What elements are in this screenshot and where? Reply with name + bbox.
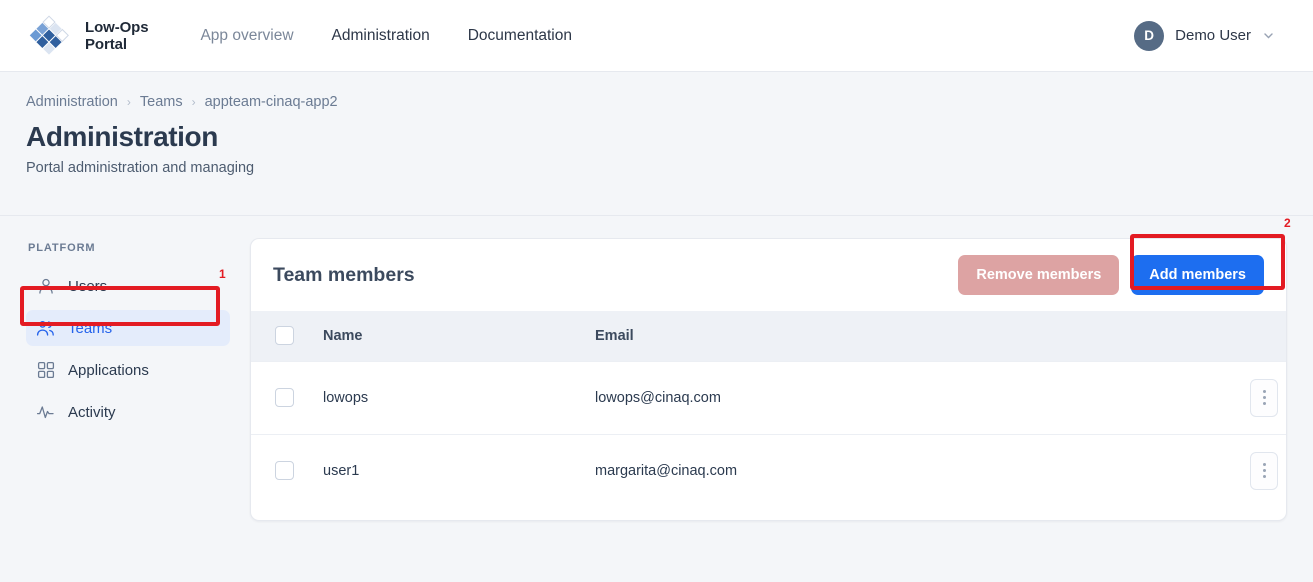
row-checkbox[interactable] bbox=[275, 388, 294, 407]
card-header: Team members Remove members Add members bbox=[251, 239, 1286, 311]
top-navigation-bar: Low-Ops Portal App overview Administrati… bbox=[0, 0, 1313, 72]
team-members-table: Name Email lowops lowops@cinaq.com user1… bbox=[251, 311, 1286, 507]
page-header: Administration › Teams › appteam-cinaq-a… bbox=[0, 72, 1313, 216]
sidebar-item-label: Users bbox=[68, 277, 108, 295]
add-members-button[interactable]: Add members bbox=[1131, 255, 1264, 295]
row-name-cell: lowops bbox=[323, 389, 369, 406]
row-email-cell: margarita@cinaq.com bbox=[595, 462, 738, 479]
breadcrumb-item-teams[interactable]: Teams bbox=[140, 94, 183, 110]
sidebar-item-label: Activity bbox=[68, 403, 116, 421]
breadcrumb: Administration › Teams › appteam-cinaq-a… bbox=[26, 94, 1287, 110]
column-header-email[interactable]: Email bbox=[595, 311, 1208, 361]
select-all-header bbox=[251, 311, 323, 361]
sidebar-item-teams[interactable]: Teams bbox=[26, 310, 230, 346]
annotation-number-1: 1 bbox=[219, 267, 226, 281]
grid-icon bbox=[36, 361, 55, 380]
breadcrumb-separator-icon: › bbox=[126, 95, 131, 109]
row-name-cell: user1 bbox=[323, 462, 360, 479]
row-select-cell bbox=[251, 361, 323, 434]
page-title: Administration bbox=[26, 121, 218, 152]
sidebar-item-label: Teams bbox=[68, 319, 113, 337]
sidebar: PLATFORM Users Teams Applications Activi… bbox=[0, 216, 250, 560]
user-icon bbox=[36, 277, 55, 296]
low-ops-diamond-logo-icon bbox=[26, 13, 72, 59]
sidebar-section-label: PLATFORM bbox=[28, 242, 96, 254]
row-more-options-icon[interactable] bbox=[1250, 451, 1278, 490]
team-members-card: Team members Remove members Add members … bbox=[250, 238, 1287, 521]
row-select-cell bbox=[251, 434, 323, 507]
nav-link-documentation[interactable]: Documentation bbox=[468, 27, 572, 45]
breadcrumb-separator-icon: › bbox=[191, 95, 196, 109]
column-header-actions bbox=[1208, 311, 1286, 361]
card-action-buttons: Remove members Add members bbox=[958, 255, 1264, 295]
row-actions-cell bbox=[1208, 361, 1286, 434]
users-group-icon bbox=[36, 319, 55, 338]
sidebar-item-applications[interactable]: Applications bbox=[26, 352, 230, 388]
column-header-name[interactable]: Name bbox=[323, 311, 595, 361]
table-row[interactable]: user1 margarita@cinaq.com bbox=[251, 434, 1286, 507]
main-content: Team members Remove members Add members … bbox=[250, 216, 1313, 560]
avatar: D bbox=[1134, 20, 1165, 51]
nav-link-administration[interactable]: Administration bbox=[332, 27, 430, 45]
brand-logo-group[interactable]: Low-Ops Portal bbox=[26, 13, 149, 59]
page-subtitle: Portal administration and managing bbox=[26, 160, 255, 176]
table-header-row: Name Email bbox=[251, 311, 1286, 361]
nav-link-app-overview[interactable]: App overview bbox=[200, 27, 293, 45]
user-menu[interactable]: D Demo User bbox=[1134, 20, 1289, 51]
card-title: Team members bbox=[273, 263, 415, 286]
page-body: PLATFORM Users Teams Applications Activi… bbox=[0, 216, 1313, 560]
breadcrumb-item-administration[interactable]: Administration bbox=[26, 94, 118, 110]
row-checkbox[interactable] bbox=[275, 461, 294, 481]
sidebar-item-label: Applications bbox=[68, 361, 149, 379]
table-row[interactable]: lowops lowops@cinaq.com bbox=[251, 361, 1286, 434]
select-all-checkbox[interactable] bbox=[275, 326, 294, 346]
chevron-down-icon[interactable] bbox=[1262, 29, 1275, 42]
activity-pulse-icon bbox=[36, 403, 55, 422]
sidebar-item-users[interactable]: Users bbox=[26, 268, 230, 304]
row-more-options-icon[interactable] bbox=[1250, 378, 1278, 417]
user-name-label: Demo User bbox=[1175, 27, 1251, 44]
row-actions-cell bbox=[1208, 434, 1286, 507]
brand-name: Low-Ops Portal bbox=[85, 18, 149, 53]
remove-members-button[interactable]: Remove members bbox=[958, 255, 1120, 295]
row-email-cell: lowops@cinaq.com bbox=[595, 389, 721, 406]
table-header: Name Email bbox=[251, 311, 1286, 361]
main-nav-links: App overview Administration Documentatio… bbox=[200, 27, 572, 45]
breadcrumb-item-team-name[interactable]: appteam-cinaq-app2 bbox=[205, 94, 338, 110]
sidebar-item-activity[interactable]: Activity bbox=[26, 394, 230, 430]
table-body: lowops lowops@cinaq.com user1 margarita@… bbox=[251, 361, 1286, 507]
annotation-number-2: 2 bbox=[1284, 216, 1291, 230]
